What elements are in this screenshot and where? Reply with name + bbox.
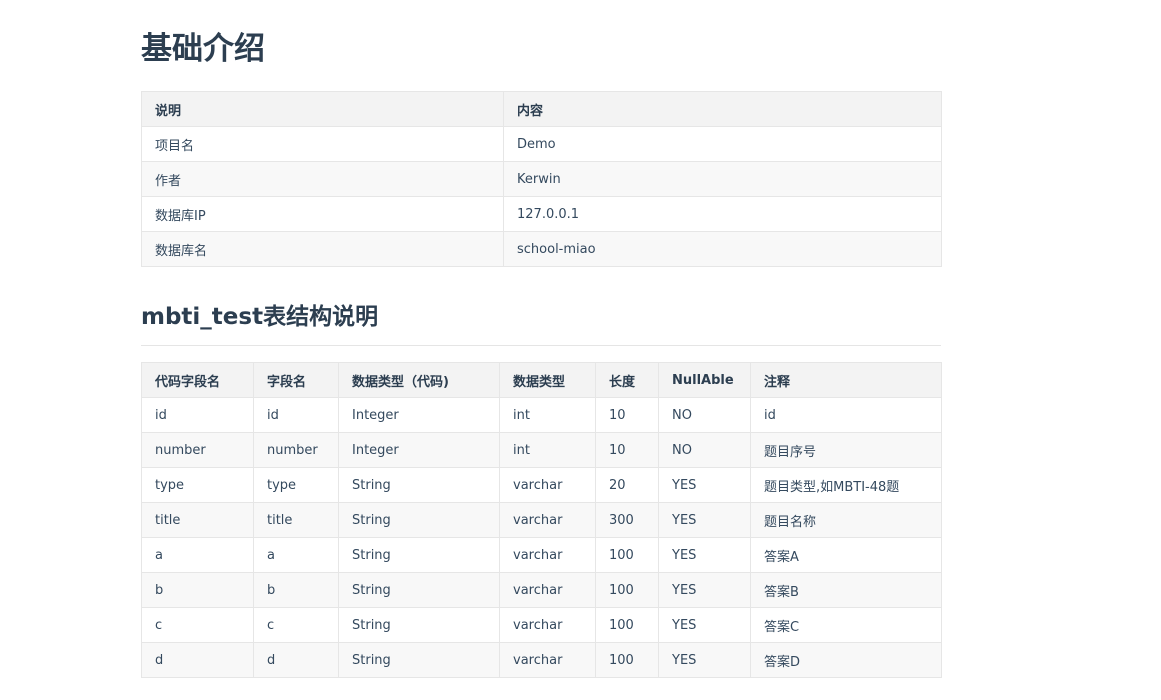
cell-field: type xyxy=(253,467,339,503)
table-row: 数据库IP 127.0.0.1 xyxy=(141,196,942,232)
cell-field: c xyxy=(253,607,339,643)
cell-code-field: type xyxy=(141,467,254,503)
schema-header-comment: 注释 xyxy=(750,362,942,398)
info-cell-value: school-miao xyxy=(503,231,942,267)
cell-db-type: varchar xyxy=(499,467,596,503)
page-title: 基础介绍 xyxy=(141,31,265,67)
cell-db-type: varchar xyxy=(499,607,596,643)
table-row: c c String varchar 100 YES 答案C xyxy=(141,607,942,643)
cell-code-field: a xyxy=(141,537,254,573)
cell-field: a xyxy=(253,537,339,573)
cell-code-type: String xyxy=(338,642,500,678)
schema-header-field: 字段名 xyxy=(253,362,339,398)
cell-nullable: YES xyxy=(658,537,751,573)
cell-code-type: Integer xyxy=(338,397,500,433)
table-row: 数据库名 school-miao xyxy=(141,231,942,267)
cell-length: 20 xyxy=(595,467,659,503)
cell-comment: 题目序号 xyxy=(750,432,942,468)
schema-table-header-row: 代码字段名 字段名 数据类型（代码) 数据类型 长度 NullAble 注释 xyxy=(141,362,942,398)
cell-db-type: int xyxy=(499,397,596,433)
cell-comment: 题目名称 xyxy=(750,502,942,538)
cell-code-field: b xyxy=(141,572,254,608)
schema-table: 代码字段名 字段名 数据类型（代码) 数据类型 长度 NullAble 注释 i… xyxy=(141,362,942,678)
table-row: d d String varchar 100 YES 答案D xyxy=(141,642,942,678)
cell-nullable: YES xyxy=(658,467,751,503)
cell-nullable: YES xyxy=(658,607,751,643)
info-cell-key: 数据库名 xyxy=(141,231,504,267)
table-row: 项目名 Demo xyxy=(141,126,942,162)
cell-field: title xyxy=(253,502,339,538)
section-title: mbti_test表结构说明 xyxy=(141,304,379,330)
cell-field: id xyxy=(253,397,339,433)
table-row: title title String varchar 300 YES 题目名称 xyxy=(141,502,942,538)
info-cell-value: Demo xyxy=(503,126,942,162)
cell-code-field: number xyxy=(141,432,254,468)
cell-length: 100 xyxy=(595,572,659,608)
cell-code-field: c xyxy=(141,607,254,643)
schema-header-code-field: 代码字段名 xyxy=(141,362,254,398)
cell-code-field: id xyxy=(141,397,254,433)
cell-comment: 答案C xyxy=(750,607,942,643)
schema-header-nullable: NullAble xyxy=(658,362,751,398)
section-divider xyxy=(141,345,941,346)
cell-db-type: varchar xyxy=(499,572,596,608)
cell-nullable: YES xyxy=(658,642,751,678)
cell-db-type: varchar xyxy=(499,537,596,573)
info-cell-key: 作者 xyxy=(141,161,504,197)
cell-length: 100 xyxy=(595,537,659,573)
cell-nullable: YES xyxy=(658,502,751,538)
cell-db-type: varchar xyxy=(499,502,596,538)
table-row: b b String varchar 100 YES 答案B xyxy=(141,572,942,608)
cell-field: b xyxy=(253,572,339,608)
cell-length: 10 xyxy=(595,397,659,433)
cell-code-type: String xyxy=(338,537,500,573)
cell-code-type: String xyxy=(338,502,500,538)
schema-header-code-type: 数据类型（代码) xyxy=(338,362,500,398)
info-header-content: 内容 xyxy=(503,91,942,127)
table-row: number number Integer int 10 NO 题目序号 xyxy=(141,432,942,468)
cell-code-field: d xyxy=(141,642,254,678)
schema-header-length: 长度 xyxy=(595,362,659,398)
info-cell-key: 项目名 xyxy=(141,126,504,162)
cell-length: 100 xyxy=(595,642,659,678)
cell-length: 100 xyxy=(595,607,659,643)
info-cell-key: 数据库IP xyxy=(141,196,504,232)
cell-code-type: String xyxy=(338,607,500,643)
cell-nullable: NO xyxy=(658,432,751,468)
cell-code-type: Integer xyxy=(338,432,500,468)
info-table-header-row: 说明 内容 xyxy=(141,91,942,127)
cell-comment: id xyxy=(750,397,942,433)
cell-code-type: String xyxy=(338,467,500,503)
cell-field: d xyxy=(253,642,339,678)
cell-length: 10 xyxy=(595,432,659,468)
table-row: a a String varchar 100 YES 答案A xyxy=(141,537,942,573)
cell-code-field: title xyxy=(141,502,254,538)
info-cell-value: Kerwin xyxy=(503,161,942,197)
cell-field: number xyxy=(253,432,339,468)
cell-comment: 答案B xyxy=(750,572,942,608)
cell-comment: 答案D xyxy=(750,642,942,678)
schema-header-db-type: 数据类型 xyxy=(499,362,596,398)
info-table: 说明 内容 项目名 Demo 作者 Kerwin 数据库IP 127.0.0.1… xyxy=(141,91,942,267)
cell-db-type: int xyxy=(499,432,596,468)
cell-nullable: YES xyxy=(658,572,751,608)
cell-length: 300 xyxy=(595,502,659,538)
info-header-description: 说明 xyxy=(141,91,504,127)
table-row: 作者 Kerwin xyxy=(141,161,942,197)
cell-nullable: NO xyxy=(658,397,751,433)
cell-code-type: String xyxy=(338,572,500,608)
cell-db-type: varchar xyxy=(499,642,596,678)
cell-comment: 题目类型,如MBTI-48题 xyxy=(750,467,942,503)
table-row: id id Integer int 10 NO id xyxy=(141,397,942,433)
cell-comment: 答案A xyxy=(750,537,942,573)
table-row: type type String varchar 20 YES 题目类型,如MB… xyxy=(141,467,942,503)
info-cell-value: 127.0.0.1 xyxy=(503,196,942,232)
